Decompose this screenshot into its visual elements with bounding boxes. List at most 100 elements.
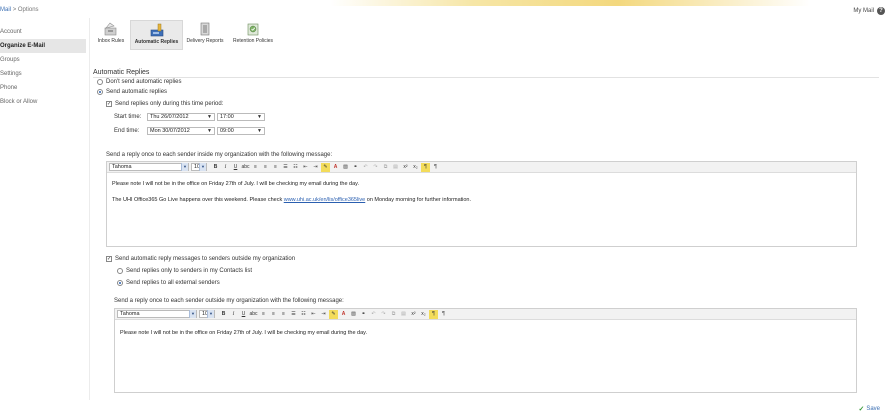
delivery-reports-button[interactable]: Delivery Reports <box>183 20 227 50</box>
highlight-color-icon[interactable]: ✎ <box>321 163 330 172</box>
contacts-only-radio[interactable] <box>117 268 123 274</box>
end-time-select[interactable]: 09:00 ▼ <box>217 127 265 135</box>
copy-icon[interactable]: ⧉ <box>381 163 390 172</box>
start-date-value: Thu 26/07/2012 <box>150 114 189 120</box>
redo-icon[interactable]: ↷ <box>371 163 380 172</box>
outdent-icon[interactable]: ⇤ <box>309 310 318 319</box>
start-date-select[interactable]: Thu 26/07/2012 ▼ <box>147 113 215 121</box>
ltr-direction-icon[interactable]: ¶ <box>429 310 438 319</box>
format-icons: B I U abc ≡ ≡ ≡ ☰ ☷ ⇤ ⇥ ✎ A ▨ ⚭ ↶ ↷ ⧉ ▤ … <box>219 310 449 319</box>
italic-icon[interactable]: I <box>221 163 230 172</box>
automatic-replies-icon <box>150 23 163 37</box>
start-time-select[interactable]: 17:00 ▼ <box>217 113 265 121</box>
outside-message-line-1: Please note I will not be in the office … <box>120 330 368 336</box>
insert-image-icon[interactable]: ▨ <box>341 163 350 172</box>
help-icon[interactable]: ? <box>877 7 885 15</box>
save-button[interactable]: ✓ Save <box>858 405 880 413</box>
sidebar-item-organize-email[interactable]: Organize E-Mail <box>0 39 86 53</box>
inside-message-editor[interactable]: Tahoma ▼ 10 ▼ B I U abc ≡ ≡ ≡ ☰ ☷ ⇤ ⇥ ✎ … <box>106 161 857 247</box>
align-left-icon[interactable]: ≡ <box>251 163 260 172</box>
send-auto-radio[interactable] <box>97 89 103 95</box>
bold-icon[interactable]: B <box>219 310 228 319</box>
highlight-color-icon[interactable]: ✎ <box>329 310 338 319</box>
all-external-row[interactable]: Send replies to all external senders <box>117 280 220 286</box>
italic-icon[interactable]: I <box>229 310 238 319</box>
my-mail-link[interactable]: My Mail <box>853 8 874 14</box>
insert-image-icon[interactable]: ▨ <box>349 310 358 319</box>
outside-check-row[interactable]: ✓ Send automatic reply messages to sende… <box>106 256 295 262</box>
office365live-link[interactable]: www.uhi.ac.uk/en/lis/office365live <box>284 197 366 203</box>
font-color-icon[interactable]: A <box>339 310 348 319</box>
copy-icon[interactable]: ⧉ <box>389 310 398 319</box>
font-family-select[interactable]: Tahoma ▼ <box>109 163 189 171</box>
indent-icon[interactable]: ⇥ <box>311 163 320 172</box>
inside-message-line-2: The UHI Office365 Go Live happens over t… <box>112 197 471 203</box>
subscript-icon[interactable]: x₂ <box>419 310 428 319</box>
sidebar-item-settings[interactable]: Settings <box>0 67 86 81</box>
chevron-down-icon: ▼ <box>207 128 212 134</box>
time-period-checkbox[interactable]: ✓ <box>106 101 112 107</box>
inside-editor-toolbar: Tahoma ▼ 10 ▼ B I U abc ≡ ≡ ≡ ☰ ☷ ⇤ ⇥ ✎ … <box>107 162 856 173</box>
subscript-icon[interactable]: x₂ <box>411 163 420 172</box>
align-center-icon[interactable]: ≡ <box>269 310 278 319</box>
all-external-radio[interactable] <box>117 280 123 286</box>
undo-icon[interactable]: ↶ <box>361 163 370 172</box>
outside-check-label: Send automatic reply messages to senders… <box>115 256 296 262</box>
paste-icon[interactable]: ▤ <box>391 163 400 172</box>
font-family-select[interactable]: Tahoma ▼ <box>117 310 197 318</box>
redo-icon[interactable]: ↷ <box>379 310 388 319</box>
font-size-select[interactable]: 10 ▼ <box>199 310 215 318</box>
dont-send-row[interactable]: Don't send automatic replies <box>97 79 182 85</box>
outside-message-editor[interactable]: Tahoma ▼ 10 ▼ B I U abc ≡ ≡ ≡ ☰ ☷ ⇤ ⇥ ✎ … <box>114 308 857 393</box>
align-right-icon[interactable]: ≡ <box>271 163 280 172</box>
contacts-only-row[interactable]: Send replies only to senders in my Conta… <box>117 268 252 274</box>
heading-rule <box>93 77 879 78</box>
bullet-list-icon[interactable]: ☰ <box>289 310 298 319</box>
underline-icon[interactable]: U <box>239 310 248 319</box>
start-time-row: Start time: <box>114 114 141 120</box>
ltr-direction-icon[interactable]: ¶ <box>421 163 430 172</box>
bullet-list-icon[interactable]: ☰ <box>281 163 290 172</box>
superscript-icon[interactable]: x² <box>409 310 418 319</box>
all-external-label: Send replies to all external senders <box>126 280 220 286</box>
font-size-select[interactable]: 10 ▼ <box>191 163 207 171</box>
retention-policies-button[interactable]: Retention Policies <box>227 20 279 50</box>
automatic-replies-button[interactable]: Automatic Replies <box>130 20 183 50</box>
align-center-icon[interactable]: ≡ <box>261 163 270 172</box>
undo-icon[interactable]: ↶ <box>369 310 378 319</box>
send-auto-row[interactable]: Send automatic replies <box>97 89 167 95</box>
align-right-icon[interactable]: ≡ <box>279 310 288 319</box>
sidebar-item-groups[interactable]: Groups <box>0 53 86 67</box>
rtl-direction-icon[interactable]: ¶ <box>439 310 448 319</box>
sidebar-item-phone[interactable]: Phone <box>0 81 86 95</box>
breadcrumb-mail-link[interactable]: Mail <box>0 7 11 13</box>
sidebar-item-block-or-allow[interactable]: Block or Allow <box>0 95 86 109</box>
bold-icon[interactable]: B <box>211 163 220 172</box>
retention-policies-icon <box>247 23 259 36</box>
underline-icon[interactable]: U <box>231 163 240 172</box>
indent-icon[interactable]: ⇥ <box>319 310 328 319</box>
numbered-list-icon[interactable]: ☷ <box>299 310 308 319</box>
insert-link-icon[interactable]: ⚭ <box>359 310 368 319</box>
numbered-list-icon[interactable]: ☷ <box>291 163 300 172</box>
chevron-down-icon: ▼ <box>257 114 262 120</box>
dont-send-radio[interactable] <box>97 79 103 85</box>
outside-checkbox[interactable]: ✓ <box>106 256 112 262</box>
time-period-row[interactable]: ✓ Send replies only during this time per… <box>106 101 223 107</box>
outdent-icon[interactable]: ⇤ <box>301 163 310 172</box>
superscript-icon[interactable]: x² <box>401 163 410 172</box>
strikethrough-icon[interactable]: abc <box>249 310 258 319</box>
save-label: Save <box>866 406 880 412</box>
inbox-rules-button[interactable]: Inbox Rules <box>92 20 130 50</box>
strikethrough-icon[interactable]: abc <box>241 163 250 172</box>
outside-message-label: Send a reply once to each sender outside… <box>114 298 344 304</box>
rtl-direction-icon[interactable]: ¶ <box>431 163 440 172</box>
chevron-down-icon: ▼ <box>181 163 188 171</box>
end-date-select[interactable]: Mon 30/07/2012 ▼ <box>147 127 215 135</box>
align-left-icon[interactable]: ≡ <box>259 310 268 319</box>
sidebar-item-account[interactable]: Account <box>0 25 86 39</box>
insert-link-icon[interactable]: ⚭ <box>351 163 360 172</box>
font-color-icon[interactable]: A <box>331 163 340 172</box>
paste-icon[interactable]: ▤ <box>399 310 408 319</box>
contacts-only-label: Send replies only to senders in my Conta… <box>126 268 253 274</box>
